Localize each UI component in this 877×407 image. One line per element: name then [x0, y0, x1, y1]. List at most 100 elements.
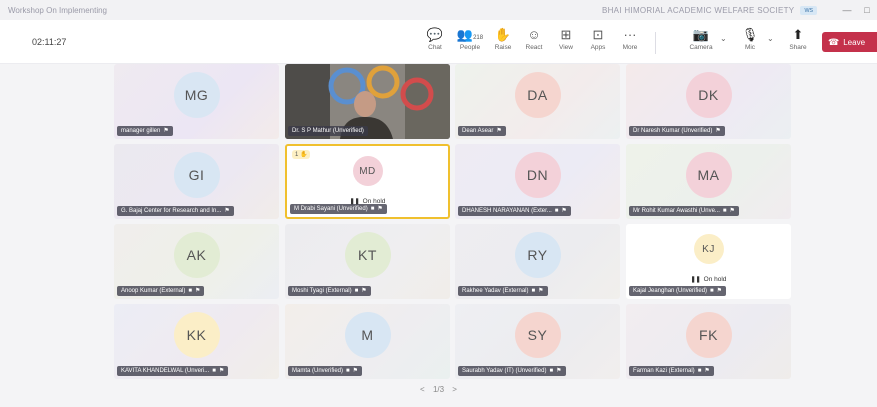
participant-tile[interactable]: AK Anoop Kumar (External) ■ ⚑ — [114, 224, 279, 299]
toolbar-divider — [655, 32, 656, 54]
avatar: MG — [173, 72, 220, 118]
mic-button[interactable]: 🎙 Mic — [737, 26, 763, 51]
camera-off-icon: 📷 — [692, 27, 710, 42]
participant-video-tile[interactable]: Dr. S P Mathur (Unverified) — [285, 64, 450, 139]
mic-off-icon: ⚑ — [704, 368, 710, 374]
people-button[interactable]: 👥218 People — [455, 26, 485, 51]
participant-tile[interactable]: KK KAVITA KHANDELWAL (Unveri... ■ ⚑ — [114, 304, 279, 379]
participant-tile[interactable]: DN DHANESH NARAYANAN (Exter... ■ ⚑ — [455, 144, 620, 219]
participant-name-tag: Mr Rohit Kumar Awasthi (Unve... ■ ⚑ — [629, 206, 739, 216]
camera-button[interactable]: 📷 Camera — [686, 26, 716, 51]
participant-count: 218 — [473, 35, 484, 41]
organization-name: BHAI HIMORIAL ACADEMIC WELFARE SOCIETY — [601, 5, 795, 15]
participant-tile[interactable]: RY Rakhee Yadav (External) ■ ⚑ — [455, 224, 620, 299]
participant-name-tag: Mamta (Unverified) ■ ⚑ — [288, 366, 363, 376]
mic-off-icon: ⚑ — [538, 288, 544, 294]
mic-off-icon: ⚑ — [195, 288, 201, 294]
mic-options-chevron-icon[interactable]: ⌄ — [767, 34, 774, 43]
share-icon: ⬆ — [792, 27, 804, 42]
apps-icon: ⊡ — [592, 27, 604, 42]
meeting-timer: 02:11:27 — [32, 37, 67, 47]
participant-tile[interactable]: DK Dr Naresh Kumar (Unverified) ⚑ — [626, 64, 791, 139]
pin-icon: ⚑ — [496, 128, 502, 134]
window-title: Workshop On Implementing — [8, 5, 108, 15]
camera-off-icon: ■ — [549, 368, 554, 374]
raise-hand-icon: ✋ — [494, 27, 512, 42]
participant-tile[interactable]: FK Farman Kazi (External) ■ ⚑ — [626, 304, 791, 379]
avatar: AK — [173, 232, 220, 278]
mic-off-icon: ⚑ — [561, 208, 567, 214]
restore-button[interactable]: □ — [857, 5, 877, 15]
avatar: KT — [344, 232, 391, 278]
participant-name-tag: Rakhee Yadav (External) ■ ⚑ — [458, 286, 548, 296]
title-bar: Workshop On Implementing BHAI HIMORIAL A… — [0, 0, 877, 20]
mic-off-icon: ⚑ — [716, 288, 723, 294]
chat-button[interactable]: 💬 Chat — [422, 26, 448, 51]
participant-name-tag: manager gillen ⚑ — [117, 126, 173, 136]
meeting-toolbar: 02:11:27 💬 Chat 👥218 People ✋ Raise ☺ Re… — [0, 20, 877, 64]
raise-hand-button[interactable]: ✋ Raise — [490, 26, 516, 51]
camera-off-icon: ■ — [212, 368, 216, 374]
leave-button[interactable]: ☎ Leave — [822, 32, 877, 52]
participant-name-tag: Dean Asear ⚑ — [458, 126, 506, 136]
pin-icon: ⚑ — [163, 128, 169, 134]
pause-icon: ❚❚ — [690, 277, 701, 283]
participant-tile[interactable]: DA Dean Asear ⚑ — [455, 64, 620, 139]
mic-off-icon: ⚑ — [352, 368, 359, 374]
camera-off-icon: ■ — [697, 368, 702, 374]
camera-off-icon: ■ — [370, 206, 375, 212]
mic-off-icon: 🎙 — [741, 27, 759, 42]
avatar: DK — [685, 72, 732, 118]
minimize-button[interactable]: — — [837, 5, 857, 15]
participant-name-tag: Saurabh Yadav (IT) (Unverified) ■ ⚑ — [458, 366, 566, 376]
react-button[interactable]: ☺ React — [521, 26, 547, 51]
camera-off-icon: ■ — [722, 208, 727, 214]
view-button[interactable]: ⊞ View — [553, 26, 579, 51]
camera-options-chevron-icon[interactable]: ⌄ — [720, 34, 727, 43]
mic-off-icon: ⚑ — [377, 206, 383, 212]
chat-icon: 💬 — [426, 27, 444, 42]
participant-name-tag: Moshi Tyagi (External) ■ ⚑ — [288, 286, 371, 296]
camera-off-icon: ■ — [710, 288, 714, 294]
pin-icon: ⚑ — [224, 208, 230, 214]
camera-off-icon: ■ — [554, 208, 559, 214]
avatar: FK — [685, 312, 732, 358]
participant-tile[interactable]: KJ ❚❚ On hold Kajal Jeanghan (Unverified)… — [626, 224, 791, 299]
participant-tile-active-speaker[interactable]: 1 ✋ MD ❚❚ On hold M Drabi Sayani (Unverif… — [285, 144, 450, 219]
avatar: RY — [514, 232, 561, 278]
participant-tile[interactable]: MG manager gillen ⚑ — [114, 64, 279, 139]
participant-tile[interactable]: GI G. Bajaj Center for Research and In..… — [114, 144, 279, 219]
react-icon: ☺ — [527, 27, 541, 42]
apps-button[interactable]: ⊡ Apps — [585, 26, 611, 51]
mic-off-icon: ⚑ — [556, 368, 562, 374]
avatar: M — [344, 312, 391, 358]
participant-name-tag: G. Bajaj Center for Research and In... ⚑ — [117, 206, 234, 216]
more-icon: ··· — [623, 27, 637, 42]
avatar: DA — [514, 72, 561, 118]
more-button[interactable]: ··· More — [617, 26, 643, 51]
share-button[interactable]: ⬆ Share — [785, 26, 811, 51]
participant-name-tag: KAVITA KHANDELWAL (Unveri... ■ ⚑ — [117, 366, 229, 376]
participant-name-tag: Kajal Jeanghan (Unverified) ■ ⚑ — [629, 286, 727, 296]
avatar: SY — [514, 312, 561, 358]
avatar: MD — [352, 156, 383, 186]
page-indicator: 1/3 — [432, 385, 445, 394]
participant-name-tag: DHANESH NARAYANAN (Exter... ■ ⚑ — [458, 206, 571, 216]
camera-off-icon: ■ — [354, 288, 359, 294]
previous-page-button[interactable]: < — [420, 385, 425, 394]
on-hold-status: ❚❚ On hold — [690, 276, 727, 283]
mic-off-icon: ⚑ — [218, 368, 225, 374]
next-page-button[interactable]: > — [452, 385, 457, 394]
participant-tile[interactable]: MA Mr Rohit Kumar Awasthi (Unve... ■ ⚑ — [626, 144, 791, 219]
participant-tile[interactable]: M Mamta (Unverified) ■ ⚑ — [285, 304, 450, 379]
participant-tile[interactable]: SY Saurabh Yadav (IT) (Unverified) ■ ⚑ — [455, 304, 620, 379]
participant-name-tag: Dr. S P Mathur (Unverified) — [288, 126, 368, 136]
camera-off-icon: ■ — [531, 288, 536, 294]
account-badge[interactable]: ws — [800, 5, 817, 15]
avatar: KJ — [693, 234, 724, 264]
avatar: MA — [685, 152, 732, 198]
avatar: KK — [173, 312, 220, 358]
avatar: DN — [514, 152, 561, 198]
participant-tile[interactable]: KT Moshi Tyagi (External) ■ ⚑ — [285, 224, 450, 299]
gallery-pager: < 1/3 > — [0, 385, 877, 394]
